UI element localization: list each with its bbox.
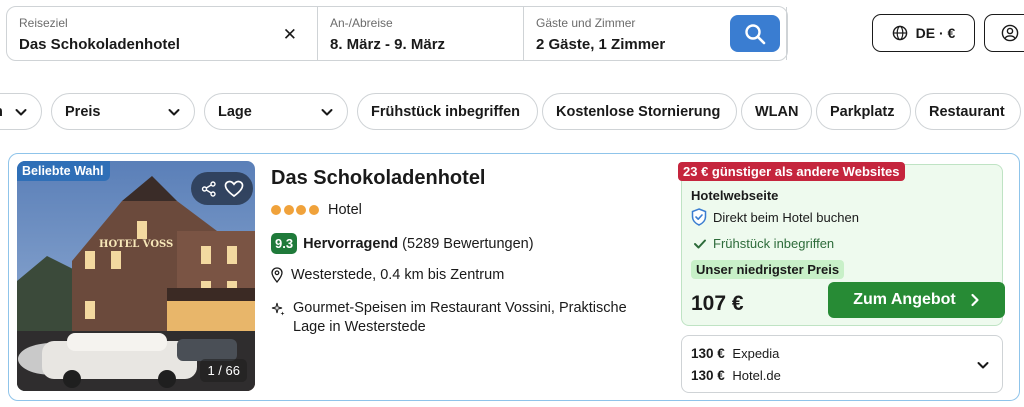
user-button[interactable] [984,14,1024,52]
globe-icon [892,25,907,41]
offer-price: 130 € [691,346,725,361]
filter-chip-free-cancellation[interactable]: Kostenlose Stornierung [542,93,737,130]
locale-label: DE · € [915,25,956,41]
book-direct-text: Direkt beim Hotel buchen [713,209,859,225]
other-offers[interactable]: 130 € Expedia 130 € Hotel.de [681,335,1003,393]
destination-field[interactable]: Reiseziel Das Schokoladenhotel ✕ [7,7,318,60]
deal-provider: Hotelwebseite [691,188,779,203]
filter-chip-label: Frühstück inbegriffen [371,103,521,120]
close-icon[interactable]: ✕ [283,25,297,45]
locale-button[interactable]: DE · € [872,14,975,52]
filter-chip-label: Parkplatz [830,103,895,120]
offer-price: 130 € [691,368,725,383]
breakfast-text: Frühstück inbegriffen [713,236,835,251]
photo-counter: 1 / 66 [200,359,247,382]
filter-chip-label: Kostenlose Stornierung [556,103,721,120]
popular-badge: Beliebte Wahl [17,161,110,181]
offer-site: Hotel.de [732,368,781,383]
chevron-down-icon[interactable] [976,358,990,372]
location-text: Westerstede, 0.4 km bis Zentrum [291,267,505,283]
hotel-features: Gourmet-Speisen im Restaurant Vossini, P… [271,299,661,337]
offer-row[interactable]: 130 € Expedia [691,346,779,361]
heart-icon[interactable] [224,180,244,198]
score-label: Hervorragend [303,235,399,252]
deal-price: 107 € [691,292,744,315]
hotel-photo[interactable]: HOTEL VOSS Beliebte Wahl 1 / 66 [17,161,255,391]
filter-chip-label: Lage [218,103,252,120]
score-badge: 9.3 [271,233,298,254]
star-icon [271,205,281,215]
dates-label: An-/Abreise [330,16,393,30]
filter-chip-label: Restaurant [929,103,1005,120]
view-deal-button[interactable]: Zum Angebot [828,282,1005,318]
shield-check-icon [691,208,707,226]
star-icon [308,205,319,215]
lowest-price-badge: Unser niedrigster Preis [691,260,845,279]
destination-input[interactable]: Das Schokoladenhotel [19,36,305,53]
star-icon [283,205,294,215]
sparkle-icon [271,302,285,316]
filter-chip-label: n [0,104,3,120]
chevron-down-icon [321,108,333,115]
destination-label: Reiseziel [19,16,68,30]
location-pin-icon [271,267,283,283]
share-icon[interactable] [200,180,218,198]
hotel-type: Hotel [328,202,362,218]
filter-chip-wifi[interactable]: WLAN [741,93,812,130]
review-rating[interactable]: 9.3 Hervorragend (5289 Bewertungen) [271,233,534,254]
filter-chips: n Preis Lage Frühstück inbegriffen Koste… [0,93,1024,130]
view-deal-label: Zum Angebot [853,291,956,308]
search-button[interactable] [730,15,780,52]
chevron-down-icon [15,108,27,115]
review-count: (5289 Bewertungen) [402,235,534,252]
best-deal-box[interactable]: 23 € günstiger als andere Websites Hotel… [678,162,1005,326]
hotel-location: Westerstede, 0.4 km bis Zentrum [271,267,504,283]
offer-site: Expedia [732,346,780,361]
user-icon [1001,24,1019,42]
check-icon [694,239,706,248]
filter-chip-price[interactable]: Preis [51,93,195,130]
search-bar: Reiseziel Das Schokoladenhotel ✕ An-/Abr… [6,6,788,61]
filter-chip-restaurant[interactable]: Restaurant [915,93,1021,130]
filter-chip-breakfast[interactable]: Frühstück inbegriffen [357,93,538,130]
filter-chip-parking[interactable]: Parkplatz [816,93,911,130]
hotel-name[interactable]: Das Schokoladenhotel [271,167,486,190]
savings-tag: 23 € günstiger als andere Websites [678,162,905,181]
chevron-down-icon [168,108,180,115]
star-rating: Hotel [271,202,362,218]
search-icon [745,23,766,44]
dates-value[interactable]: 8. März - 9. März [330,36,511,53]
filter-chip-label: WLAN [755,103,799,120]
star-icon [296,205,306,215]
filter-chip-partial[interactable]: n [0,93,42,130]
filter-chip-location[interactable]: Lage [204,93,348,130]
features-text: Gourmet-Speisen im Restaurant Vossini, P… [293,300,627,335]
dates-field[interactable]: An-/Abreise 8. März - 9. März [318,7,524,60]
filter-chip-label: Preis [65,103,101,120]
offer-row[interactable]: 130 € Hotel.de [691,368,781,383]
photo-actions [191,172,253,205]
hotel-result-card[interactable]: HOTEL VOSS Beliebte Wahl 1 / 66 Das Scho… [8,153,1020,401]
breakfast-row: Frühstück inbegriffen [691,236,834,251]
chevron-right-icon [971,293,979,307]
book-direct-row: Direkt beim Hotel buchen [691,208,859,226]
hotel-sign: HOTEL VOSS [99,239,174,250]
